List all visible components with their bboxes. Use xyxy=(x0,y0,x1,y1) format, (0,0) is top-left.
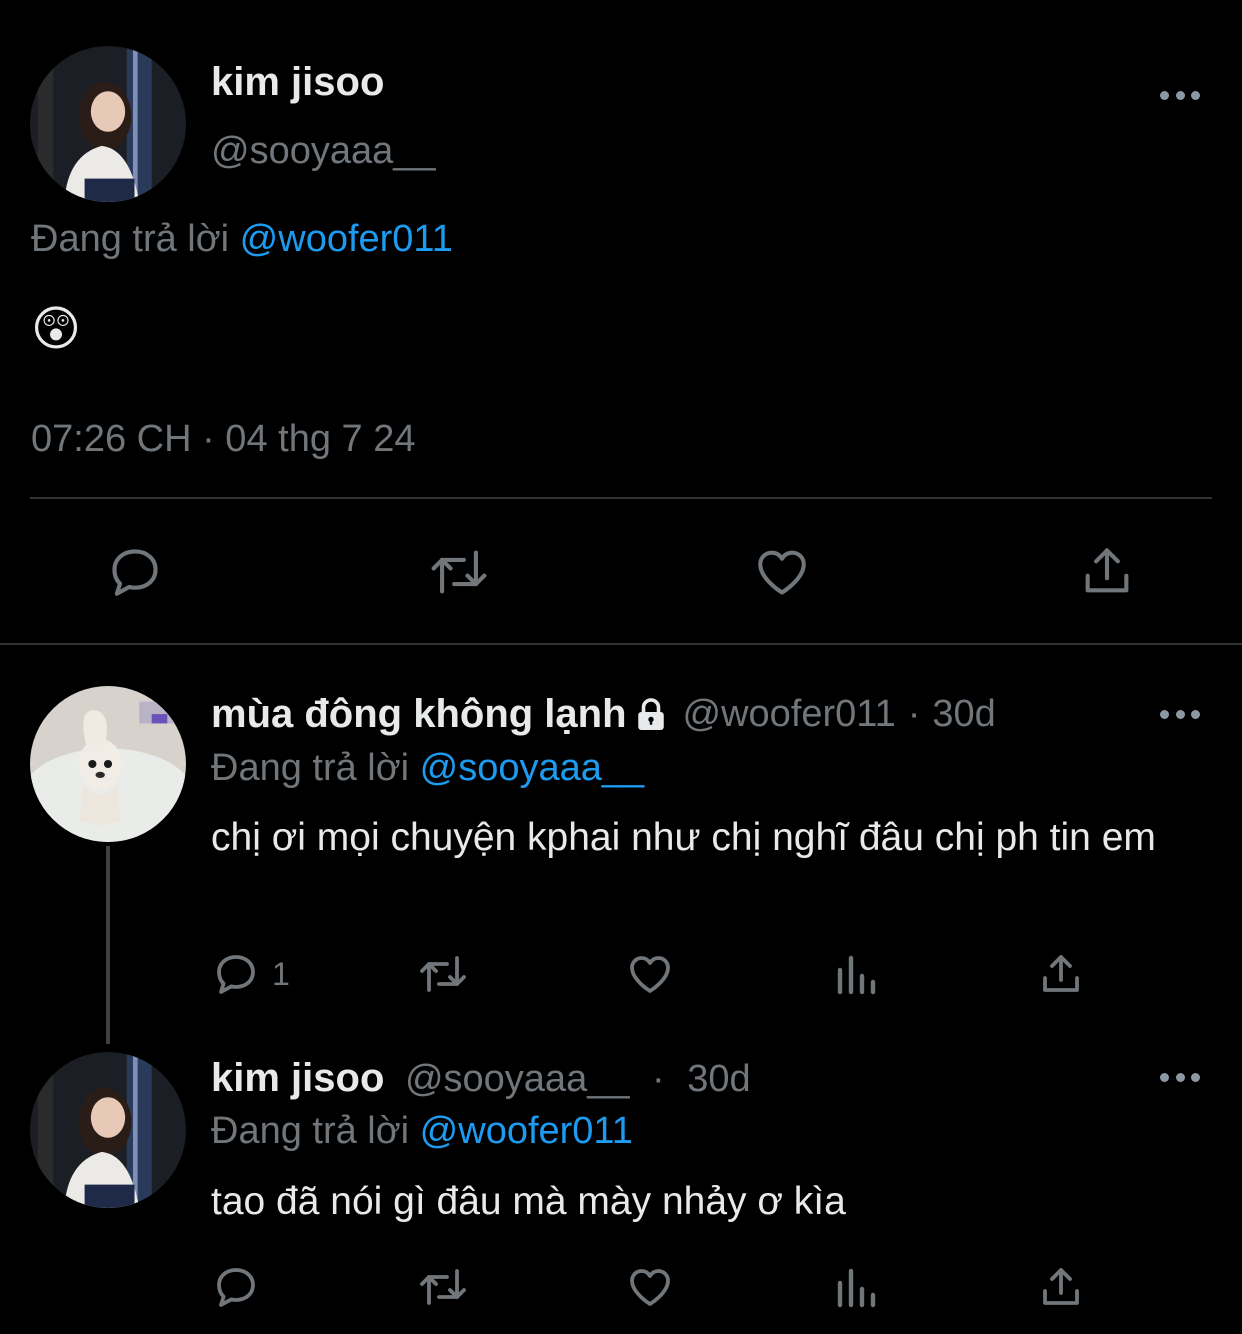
section-divider xyxy=(0,643,1242,645)
reply-context: Đang trả lời @woofer011 xyxy=(211,1110,633,1153)
handle[interactable]: @sooyaaa__ xyxy=(405,1058,630,1100)
more-options-icon[interactable] xyxy=(1160,708,1200,720)
like-icon[interactable] xyxy=(624,1263,676,1311)
share-icon[interactable] xyxy=(1078,541,1136,601)
reply-prefix: Đang trả lời xyxy=(31,218,230,260)
avatar[interactable] xyxy=(30,46,186,202)
display-name[interactable]: kim jisoo xyxy=(211,1056,384,1100)
retweet-icon[interactable] xyxy=(426,543,492,601)
reply-icon[interactable]: 1 xyxy=(212,950,290,998)
separator: · xyxy=(652,1058,665,1100)
tweet-age[interactable]: 30d xyxy=(932,693,995,736)
views-icon[interactable] xyxy=(832,1263,880,1311)
handle[interactable]: @sooyaaa__ xyxy=(211,130,436,173)
tweet-age[interactable]: 30d xyxy=(687,1058,750,1100)
like-icon[interactable] xyxy=(624,950,676,998)
avatar[interactable] xyxy=(30,1052,186,1208)
reply-to-link[interactable]: @woofer011 xyxy=(240,218,453,260)
separator: · xyxy=(907,693,921,735)
retweet-icon[interactable] xyxy=(415,950,471,998)
reply-count: 1 xyxy=(272,955,290,992)
timestamp[interactable]: 07:26 CH · 04 thg 7 24 xyxy=(31,418,415,461)
reply-to-link[interactable]: @woofer011 xyxy=(420,1110,633,1152)
lock-icon xyxy=(633,697,669,733)
more-options-icon[interactable] xyxy=(1160,1071,1200,1083)
like-icon[interactable] xyxy=(752,543,812,601)
reply-icon[interactable] xyxy=(106,543,164,601)
share-icon[interactable] xyxy=(1037,949,1085,999)
tweet-body: chị ơi mọi chuyện kphai như chị nghĩ đâu… xyxy=(211,816,1156,859)
share-icon[interactable] xyxy=(1037,1262,1085,1312)
reply-prefix: Đang trả lời xyxy=(211,1110,410,1152)
reply-to-link[interactable]: @sooyaaa__ xyxy=(420,747,645,789)
retweet-icon[interactable] xyxy=(415,1263,471,1311)
more-options-icon[interactable] xyxy=(1160,89,1200,101)
reply-context: Đang trả lời @sooyaaa__ xyxy=(211,747,644,790)
tweet-header: mùa đông không lạnh @woofer011 · 30d xyxy=(211,692,996,737)
views-icon[interactable] xyxy=(832,950,880,998)
avatar[interactable] xyxy=(30,686,186,842)
tweet-header: kim jisoo @sooyaaa__ · 30d xyxy=(211,1056,751,1101)
tweet-body: 😲 xyxy=(31,303,82,356)
divider xyxy=(30,497,1212,499)
tweet-body: tao đã nói gì đâu mà mày nhảy ơ kìa xyxy=(211,1180,846,1223)
reply-icon[interactable] xyxy=(212,1263,260,1311)
thread-connector xyxy=(106,846,110,1044)
handle[interactable]: @woofer011 xyxy=(683,693,896,736)
display-name[interactable]: kim jisoo xyxy=(211,60,384,105)
display-name[interactable]: mùa đông không lạnh xyxy=(211,692,627,737)
reply-context: Đang trả lời @woofer011 xyxy=(31,218,453,261)
reply-prefix: Đang trả lời xyxy=(211,747,410,789)
